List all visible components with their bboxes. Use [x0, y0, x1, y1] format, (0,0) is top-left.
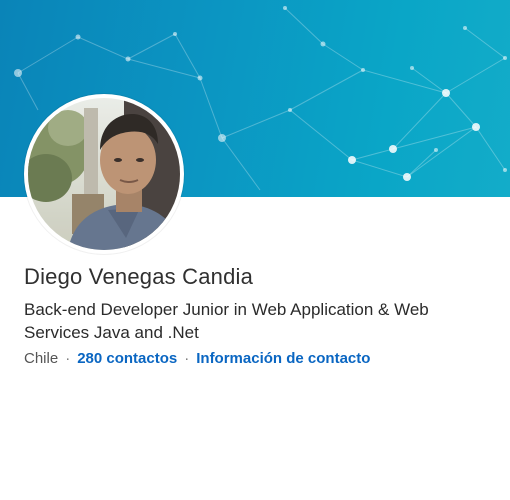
profile-headline: Back-end Developer Junior in Web Applica… — [24, 300, 429, 342]
meta-separator: · — [65, 350, 71, 367]
contact-info-link[interactable]: Información de contacto — [196, 350, 370, 367]
profile-card: Diego Venegas Candia Back-end Developer … — [0, 0, 510, 500]
profile-name: Diego Venegas Candia — [24, 264, 254, 289]
profile-photo[interactable] — [24, 94, 184, 254]
connections-link[interactable]: 280 contactos — [77, 350, 177, 367]
profile-meta: Chile · 280 contactos · Información de conta… — [24, 350, 370, 367]
profile-photo-image — [28, 98, 180, 250]
location-text: Chile — [24, 350, 59, 367]
meta-separator: · — [184, 350, 190, 367]
